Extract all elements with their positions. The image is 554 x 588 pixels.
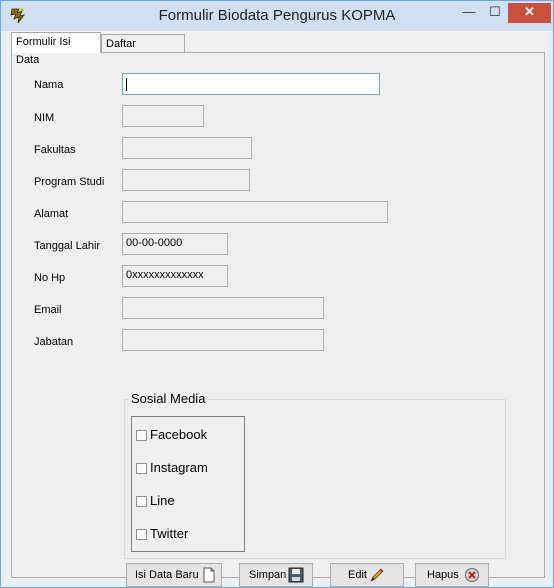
new-document-icon <box>203 567 215 583</box>
tab-formulir-isi-data[interactable]: Formulir Isi Data <box>11 32 101 66</box>
sosial-media-checklist: Facebook Instagram Line Twitter <box>131 416 245 552</box>
client-area: Formulir Isi Data Daftar Pengurus Nama N… <box>7 31 547 587</box>
minimize-button[interactable]: — <box>456 3 482 23</box>
tab-daftar-pengurus[interactable]: Daftar Pengurus <box>101 34 185 68</box>
program-studi-input[interactable] <box>122 169 250 191</box>
email-input[interactable] <box>122 297 324 319</box>
nama-input[interactable] <box>122 73 380 95</box>
title-bar[interactable]: Formulir Biodata Pengurus KOPMA — ☐ ✕ <box>1 1 553 31</box>
edit-button[interactable]: Edit <box>330 563 404 587</box>
simpan-button[interactable]: Simpan <box>239 563 313 587</box>
tab-panel-formulir: Nama NIM Fakultas Program Studi Alamat T… <box>11 52 545 587</box>
program-studi-label: Program Studi <box>34 176 105 188</box>
pencil-icon <box>370 568 384 582</box>
email-label: Email <box>34 304 62 316</box>
tanggal-lahir-input[interactable]: 00-00-0000 <box>122 233 228 255</box>
no-hp-label: No Hp <box>34 272 66 284</box>
text-caret <box>126 78 127 91</box>
line-label: Line <box>150 493 175 508</box>
facebook-label: Facebook <box>150 427 208 442</box>
hapus-button[interactable]: Hapus <box>415 563 489 587</box>
alamat-input[interactable] <box>122 201 388 223</box>
checkbox-box <box>136 463 147 474</box>
sosial-media-group: Sosial Media Facebook Instagram Line Twi… <box>124 391 506 559</box>
delete-icon <box>465 568 479 582</box>
close-button[interactable]: ✕ <box>508 3 551 23</box>
checkbox-box <box>136 529 147 540</box>
nama-label: Nama <box>34 79 64 91</box>
isi-data-baru-label: Isi Data Baru <box>135 569 199 581</box>
hapus-label: Hapus <box>427 569 459 581</box>
isi-data-baru-button[interactable]: Isi Data Baru <box>126 563 222 587</box>
sosial-media-title: Sosial Media <box>129 391 208 406</box>
jabatan-input[interactable] <box>122 329 324 351</box>
edit-label: Edit <box>348 569 367 581</box>
save-disk-icon <box>288 567 304 583</box>
twitter-label: Twitter <box>150 526 189 541</box>
main-window: Formulir Biodata Pengurus KOPMA — ☐ ✕ Fo… <box>0 0 554 588</box>
nim-input[interactable] <box>122 105 204 127</box>
checkbox-box <box>136 430 147 441</box>
simpan-label: Simpan <box>249 569 287 581</box>
tanggal-lahir-label: Tanggal Lahir <box>34 240 101 252</box>
fakultas-label: Fakultas <box>34 144 76 156</box>
fakultas-input[interactable] <box>122 137 252 159</box>
instagram-label: Instagram <box>150 460 208 475</box>
checkbox-box <box>136 496 147 507</box>
alamat-label: Alamat <box>34 208 69 220</box>
no-hp-input[interactable]: 0xxxxxxxxxxxxx <box>122 265 228 287</box>
nim-label: NIM <box>34 112 55 124</box>
maximize-button[interactable]: ☐ <box>482 3 508 23</box>
jabatan-label: Jabatan <box>34 336 74 348</box>
